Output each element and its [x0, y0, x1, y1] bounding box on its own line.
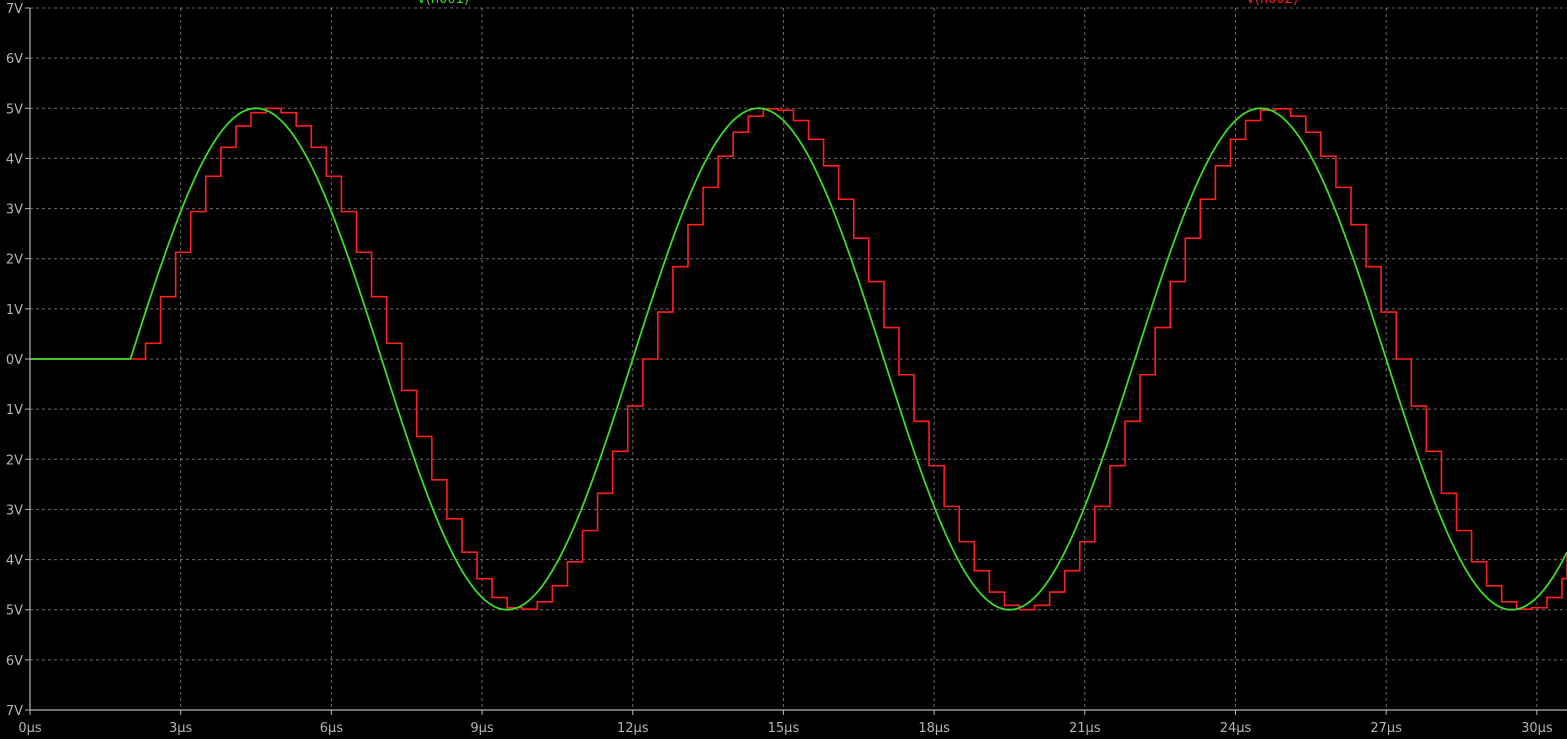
legend-label-v-n001: V(n001)	[417, 0, 469, 7]
waveform-plot[interactable]: 7V 6V 5V 4V 3V 2V 1V 0V 1V 2V 3V 4V 5V 6V 7V 0µs 3µs 6µs 9…	[0, 0, 1567, 739]
y-tick-label: 6V	[6, 654, 23, 669]
y-tick-label: 2V	[6, 453, 23, 468]
x-tick-label: 24µs	[1220, 721, 1252, 736]
y-tick-label: 4V	[6, 152, 23, 167]
x-tick-label: 15µs	[768, 721, 800, 736]
x-tick-label: 21µs	[1069, 721, 1101, 736]
y-tick-label: 6V	[6, 52, 23, 67]
y-tick-label: 5V	[6, 604, 23, 619]
y-tick-label: 0V	[6, 353, 23, 368]
x-tick-label: 6µs	[320, 721, 344, 736]
x-tick-label: 12µs	[617, 721, 649, 736]
y-tick-label: 5V	[6, 102, 23, 117]
y-tick-label: 4V	[6, 554, 23, 569]
x-tick-label: 3µs	[169, 721, 193, 736]
y-tick-label: 7V	[6, 2, 23, 17]
x-tick-label: 27µs	[1370, 721, 1402, 736]
y-tick-label: 3V	[6, 203, 23, 218]
x-tick-label: 30µs	[1521, 721, 1553, 736]
x-tick-label: 9µs	[470, 721, 494, 736]
x-tick-label: 0µs	[18, 721, 42, 736]
x-tick-label: 18µs	[918, 721, 950, 736]
y-tick-label: 3V	[6, 503, 23, 518]
y-tick-label: 1V	[6, 303, 23, 318]
y-tick-label: 2V	[6, 253, 23, 268]
y-tick-label: 1V	[6, 403, 23, 418]
y-tick-label: 7V	[6, 704, 23, 719]
legend-label-v-n002: V(n002)	[1246, 0, 1298, 7]
